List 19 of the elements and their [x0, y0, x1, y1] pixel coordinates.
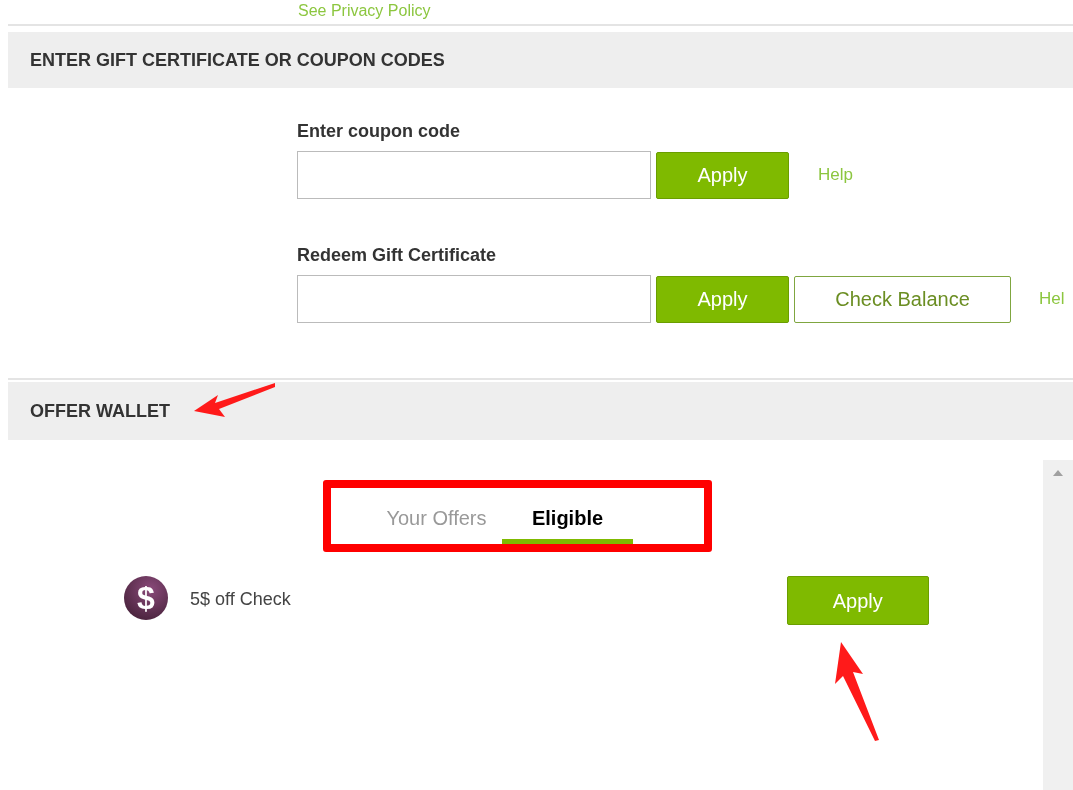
- section-title: ENTER GIFT CERTIFICATE OR COUPON CODES: [30, 48, 445, 72]
- help-link[interactable]: Hel: [1039, 286, 1065, 312]
- field-label: Redeem Gift Certificate: [297, 244, 498, 266]
- tab[interactable]: Your Offers: [371, 496, 502, 544]
- scrollbar[interactable]: [1043, 460, 1073, 790]
- apply-button[interactable]: Apply: [656, 151, 789, 199]
- tab[interactable]: Eligible: [502, 496, 633, 544]
- apply-button[interactable]: Apply: [786, 576, 929, 625]
- apply-button[interactable]: Apply: [656, 275, 789, 323]
- gift-certificate-field[interactable]: [297, 275, 651, 323]
- privacy-link[interactable]: See Privacy Policy: [298, 1, 431, 21]
- offer-title: 5$ off Check: [190, 588, 291, 611]
- check-balance-button[interactable]: Check Balance: [794, 275, 1011, 323]
- scroll-up-icon[interactable]: [1053, 470, 1063, 476]
- field-label: Enter coupon code: [297, 120, 461, 142]
- coupon-code-field[interactable]: [297, 151, 651, 199]
- help-link[interactable]: Help: [818, 162, 853, 188]
- section-title: OFFER WALLET: [30, 399, 170, 423]
- dollar-icon: $: [124, 576, 168, 620]
